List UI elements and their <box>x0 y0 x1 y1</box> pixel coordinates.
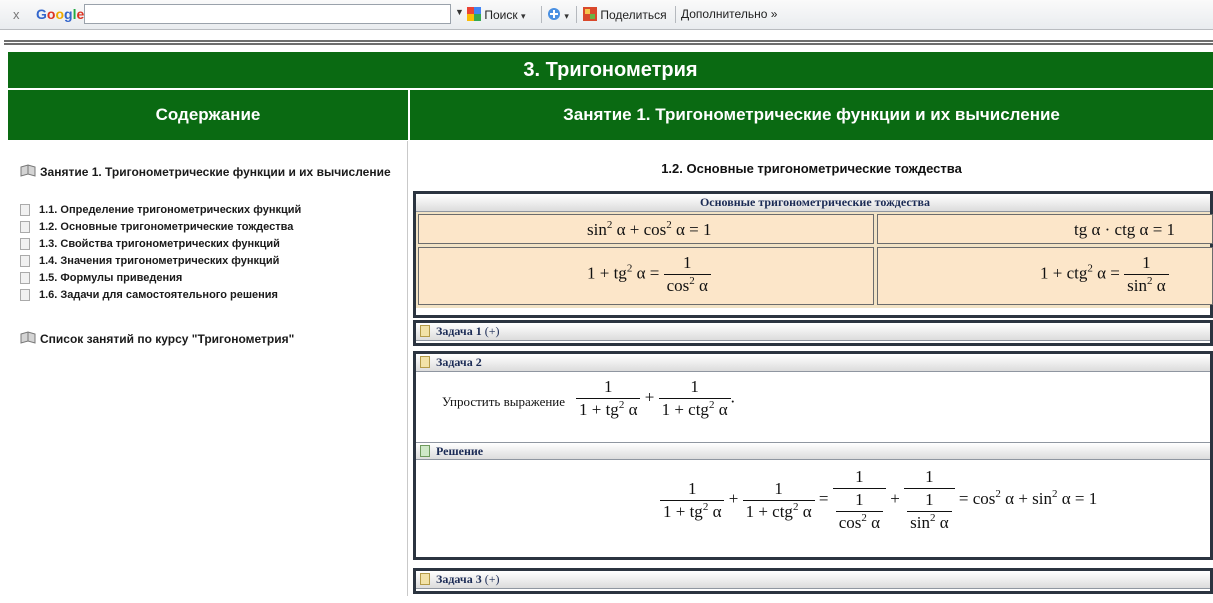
solution-header[interactable]: Решение <box>416 442 1210 460</box>
course-book-icon <box>20 331 36 344</box>
task-3-header[interactable]: Задача 3 (+) <box>416 571 1210 589</box>
identity-formula-1: sin2 α + cos2 α = 1 <box>587 219 712 240</box>
note-icon <box>420 573 430 585</box>
identity-cell-4: 1 + ctg2 α = 1 sin2 α <box>877 247 1213 305</box>
sidebar-item-1-6[interactable]: 1.6. Задачи для самостоятельного решения <box>20 289 278 301</box>
sidebar-item-1-1[interactable]: 1.1. Определение тригонометрических функ… <box>20 204 301 216</box>
main-header: Занятие 1. Тригонометрические функции и … <box>410 90 1213 140</box>
search-button[interactable]: Поиск ▾ <box>467 7 525 22</box>
close-toolbar-icon[interactable]: x <box>13 7 20 22</box>
google-search-icon <box>467 7 481 21</box>
task-2-header[interactable]: Задача 2 <box>416 354 1210 372</box>
lesson-book-icon <box>20 164 36 177</box>
note-icon <box>420 356 430 368</box>
bookmark-plus-icon <box>548 8 560 20</box>
sidebar-header: Содержание <box>8 90 408 140</box>
document-icon <box>20 255 30 267</box>
document-icon <box>20 221 30 233</box>
sidebar-item-1-3[interactable]: 1.3. Свойства тригонометрических функций <box>20 238 280 250</box>
document-icon <box>20 238 30 250</box>
search-dropdown-arrow-icon[interactable]: ▼ <box>455 7 464 17</box>
task-2-expression: 11 + tg2 α + 11 + ctg2 α. <box>576 376 735 421</box>
identities-table: Основные тригонометрические тождества si… <box>413 191 1213 318</box>
identity-formula-2: tg α · ctg α = 1 <box>1074 220 1176 239</box>
identity-cell-2: tg α · ctg α = 1 <box>877 214 1213 244</box>
google-toolbar: x Google ▼ Поиск ▾ ▾ Поделиться Дополнит… <box>0 0 1213 30</box>
google-search-input[interactable] <box>84 4 451 24</box>
document-icon <box>20 204 30 216</box>
solution-note-icon <box>420 445 430 457</box>
task-1-panel[interactable]: Задача 1 (+) <box>413 320 1213 346</box>
main-content: 1.2. Основные тригонометрические тождест… <box>410 141 1213 596</box>
page-title: 3. Тригонометрия <box>8 52 1213 88</box>
solution-formula: 11 + tg2 α + 11 + ctg2 α = 1 1 cos2 α + 11… <box>660 466 1097 534</box>
task-2-text: Упростить выражение <box>442 394 566 409</box>
sidebar-item-1-4[interactable]: 1.4. Значения тригонометрических функций <box>20 255 279 267</box>
share-icon <box>583 7 597 21</box>
identity-formula-3: 1 + tg2 α = 1 cos2 α <box>587 252 711 297</box>
expand-toggle: (+) <box>484 324 500 338</box>
note-icon <box>420 325 430 337</box>
identity-cell-1: sin2 α + cos2 α = 1 <box>418 214 874 244</box>
sidebar-lesson-link[interactable]: Занятие 1. Тригонометрические функции и … <box>20 164 391 179</box>
bookmark-button[interactable]: ▾ <box>547 7 569 22</box>
section-title: 1.2. Основные тригонометрические тождест… <box>661 161 962 176</box>
task-1-header[interactable]: Задача 1 (+) <box>416 323 1210 341</box>
identity-cell-3: 1 + tg2 α = 1 cos2 α <box>418 247 874 305</box>
expand-toggle: (+) <box>484 572 500 586</box>
task-3-panel[interactable]: Задача 3 (+) <box>413 568 1213 594</box>
identity-formula-4: 1 + ctg2 α = 1 sin2 α <box>1040 252 1169 297</box>
frame-top-border <box>4 40 1213 45</box>
more-button[interactable]: Дополнительно » <box>681 7 777 21</box>
share-button[interactable]: Поделиться <box>583 7 667 22</box>
document-icon <box>20 272 30 284</box>
google-logo: Google <box>36 6 85 22</box>
sidebar-item-1-2[interactable]: 1.2. Основные тригонометрические тождест… <box>20 221 293 233</box>
identities-table-title: Основные тригонометрические тождества <box>416 194 1210 212</box>
sidebar-course-list-link[interactable]: Список занятий по курсу "Тригонометрия" <box>20 331 294 346</box>
sidebar-item-1-5[interactable]: 1.5. Формулы приведения <box>20 272 182 284</box>
document-icon <box>20 289 30 301</box>
task-2-panel: Задача 2 Упростить выражение 11 + tg2 α … <box>413 351 1213 560</box>
sidebar: Занятие 1. Тригонометрические функции и … <box>8 141 408 596</box>
